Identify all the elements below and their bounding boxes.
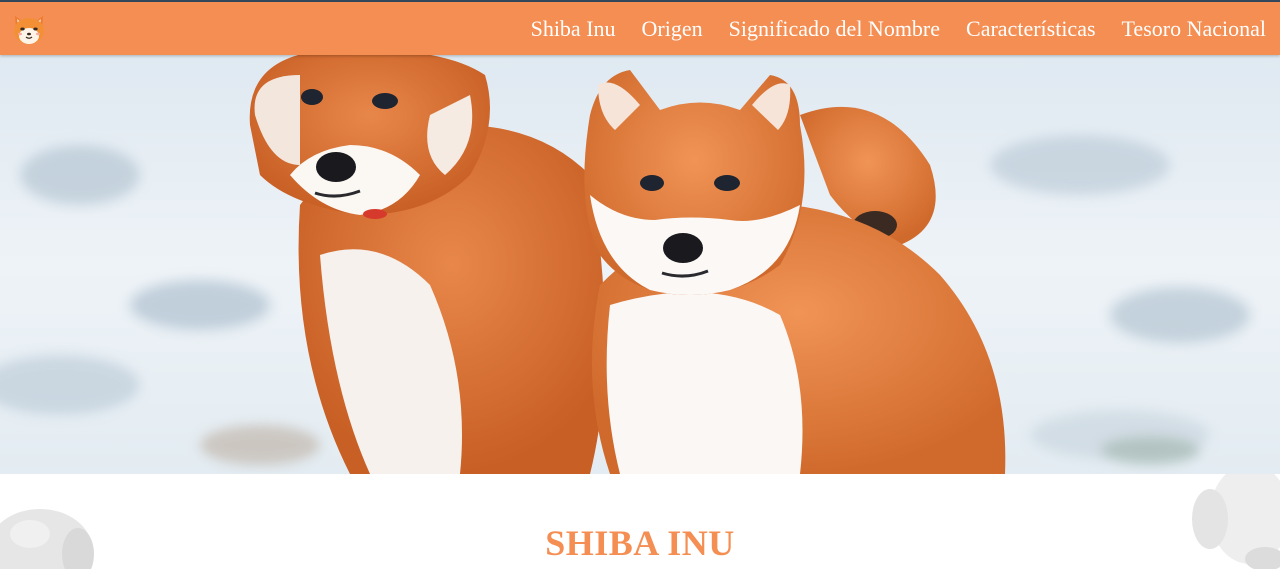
nav-link-caracteristicas[interactable]: Características <box>966 16 1096 42</box>
navbar: Shiba Inu Origen Significado del Nombre … <box>0 2 1280 55</box>
hero-image <box>0 55 1280 474</box>
content-section: SHIBA INU <box>0 474 1280 569</box>
nav-link-origen[interactable]: Origen <box>642 16 703 42</box>
nav-link-shiba-inu[interactable]: Shiba Inu <box>531 16 616 42</box>
shiba-logo-icon[interactable] <box>10 10 48 48</box>
page-title: SHIBA INU <box>545 523 735 563</box>
nav-links: Shiba Inu Origen Significado del Nombre … <box>505 16 1266 42</box>
nav-link-tesoro-nacional[interactable]: Tesoro Nacional <box>1122 16 1266 42</box>
nav-link-significado-del-nombre[interactable]: Significado del Nombre <box>729 16 940 42</box>
